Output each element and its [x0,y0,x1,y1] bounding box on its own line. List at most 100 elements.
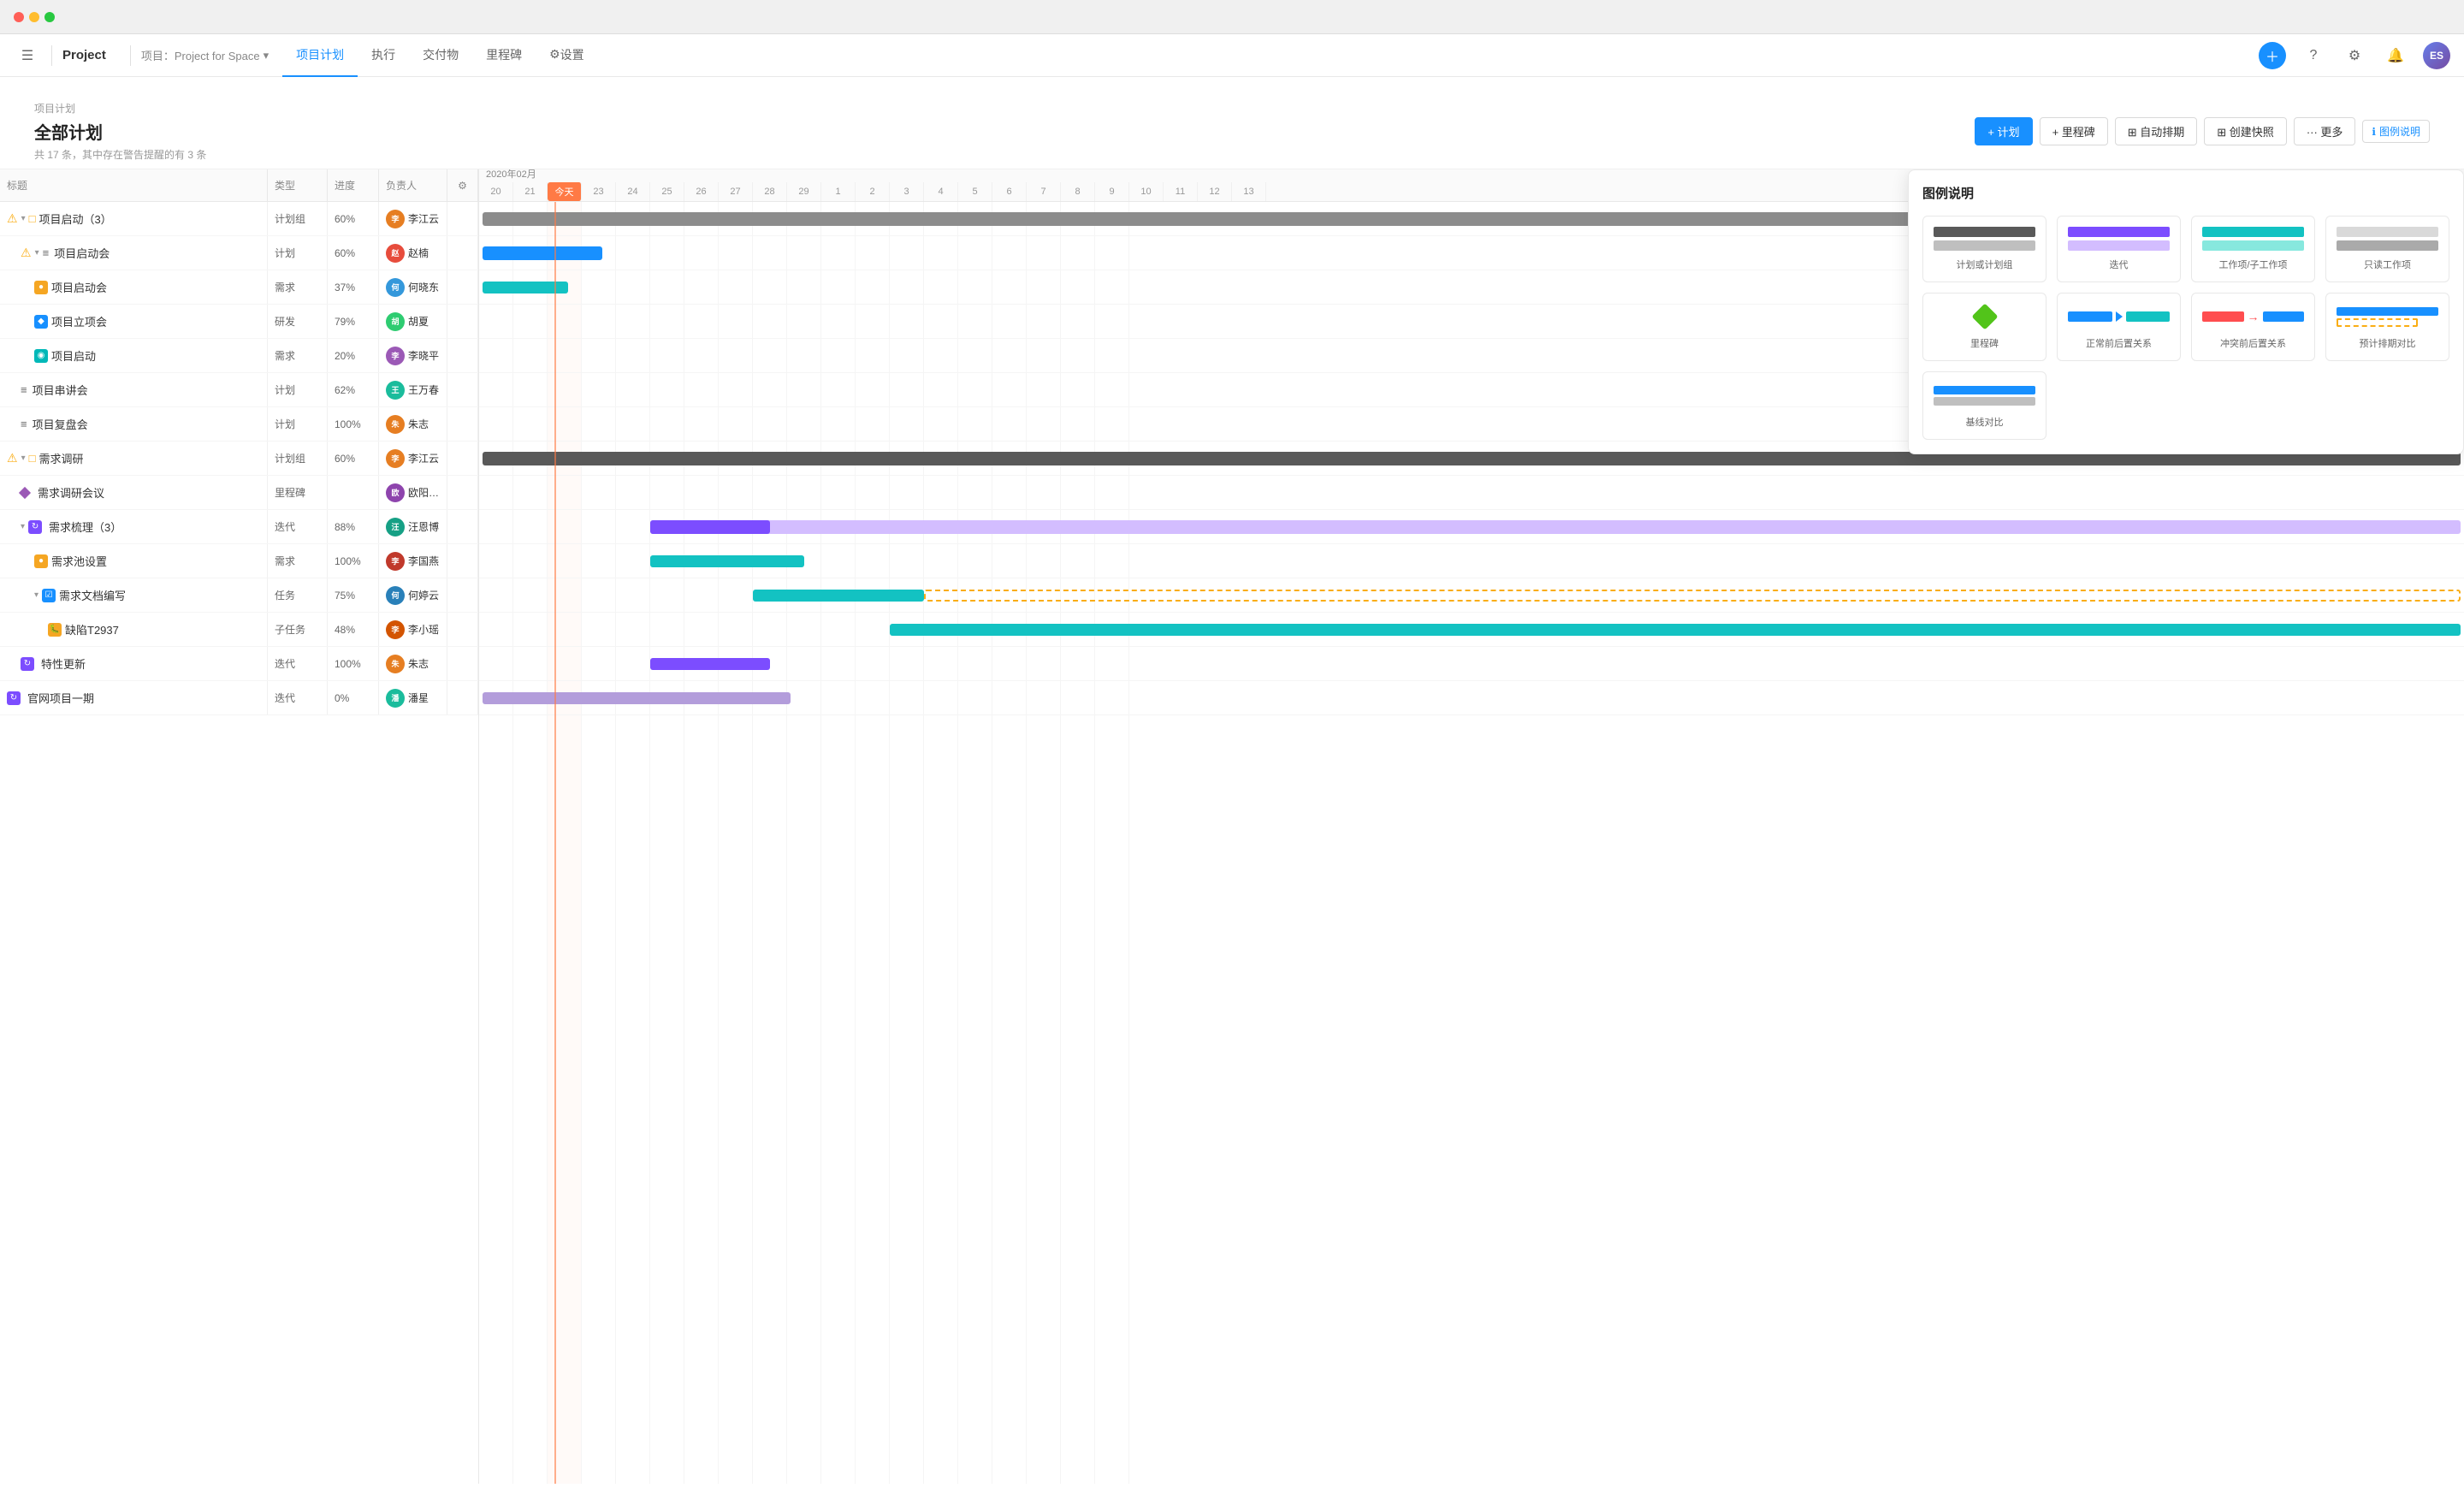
maximize-button[interactable] [44,12,55,22]
settings-button[interactable]: ⚙ [2341,42,2368,69]
table-row[interactable]: ▾ ↻ 需求梳理（3） 迭代 88% 汪 汪恩博 [0,510,478,544]
breadcrumb-nav[interactable]: 项目：Project for Space ▾ [141,47,269,63]
baseline-bar2 [1934,397,2035,406]
avatar: 王 [386,381,405,400]
tab-deliverable[interactable]: 交付物 [409,34,472,77]
legend-item-label: 只读工作项 [2364,258,2411,271]
table-row[interactable]: 🐛 缺陷T2937 子任务 48% 李 李小瑶 [0,613,478,647]
avatar: 何 [386,586,405,605]
gantt-date-28: 28 [753,182,787,201]
row-progress: 60% [328,236,379,270]
help-button[interactable]: ? [2300,42,2327,69]
table-row[interactable]: ↻ 特性更新 迭代 100% 朱 朱志 [0,647,478,681]
table-row[interactable]: ● 需求池设置 需求 100% 李 李国燕 [0,544,478,578]
legend-item-readonly: 只读工作项 [2325,216,2449,282]
auto-schedule-button[interactable]: ⊞ 自动排期 [2115,117,2198,145]
row-settings [447,476,478,509]
legend-item-plan: 计划或计划组 [1922,216,2046,282]
table-row[interactable]: ● 项目启动会 需求 37% 何 何晓东 [0,270,478,305]
gantt-date-6: 6 [992,182,1027,201]
row-title-cell: ⚠ ▾ ≡ 项目启动会 [0,236,268,270]
row-progress: 79% [328,305,379,338]
legend-overlay: 图例说明 计划或计划组 [1908,169,2464,454]
row-owner: 汪 汪恩博 [379,510,447,543]
row-settings [447,544,478,578]
legend-item-forecast: 预计排期对比 [2325,293,2449,361]
conf-bar2 [2263,311,2305,322]
tab-execute[interactable]: 执行 [358,34,409,77]
gantt-date-3: 3 [890,182,924,201]
row-title-cell: ● 需求池设置 [0,544,268,578]
expand-icon[interactable]: ▾ [21,214,26,223]
close-button[interactable] [14,12,24,22]
user-avatar[interactable]: ES [2423,42,2450,69]
table-row[interactable]: ⚠ ▾ □ 项目启动（3） 计划组 60% 李 李江云 [0,202,478,236]
table-row[interactable]: ◆ 项目立项会 研发 79% 胡 胡夏 [0,305,478,339]
expand-icon[interactable]: ▾ [21,454,26,463]
add-plan-button[interactable]: + 计划 [1975,117,2032,145]
notification-button[interactable]: 🔔 [2382,42,2409,69]
row-owner: 王 王万春 [379,373,447,406]
avatar: 欧 [386,483,405,502]
row-settings [447,578,478,612]
legend-item-milestone: 里程碑 [1922,293,2046,361]
minimize-button[interactable] [29,12,39,22]
legend-bar-teal [2202,227,2304,237]
owner-name: 王万春 [408,382,439,397]
row-progress: 60% [328,202,379,235]
table-row[interactable]: ≡ 项目串讲会 计划 62% 王 王万春 [0,373,478,407]
row-title-cell: ▾ ↻ 需求梳理（3） [0,510,268,543]
legend-bar-light [1934,240,2035,251]
row-type: 计划 [268,373,328,406]
gantt-date-23: 23 [582,182,616,201]
col-settings-header[interactable]: ⚙ [447,169,478,201]
row-settings [447,305,478,338]
row-title: 需求调研会议 [38,484,104,501]
iteration-icon: ↻ [21,657,34,671]
table-row[interactable]: ⚠ ▾ □ 需求调研 计划组 60% 李 李江云 [0,442,478,476]
tab-milestone[interactable]: 里程碑 [472,34,536,77]
tab-project-plan[interactable]: 项目计划 [282,34,358,77]
row-title-cell: ◉ 项目启动 [0,339,268,372]
legend-item-label: 工作项/子工作项 [2218,258,2287,271]
row-owner: 欧 欧阳莎莎... [379,476,447,509]
row-title: 需求文档编写 [59,587,126,603]
table-row[interactable]: ⚠ ▾ ≡ 项目启动会 计划 60% 赵 赵楠 [0,236,478,270]
row-settings [447,681,478,714]
add-milestone-button[interactable]: + 里程碑 [2040,117,2108,145]
task-icon: ● [34,281,48,294]
table-row[interactable]: ↻ 官网项目一期 迭代 0% 潘 潘星 [0,681,478,715]
row-settings [447,407,478,441]
gantt-bar-purple2 [650,658,770,670]
add-button[interactable]: ＋ [2259,42,2286,69]
legend-item-iteration: 迭代 [2057,216,2181,282]
navigation-tabs: 项目计划 执行 交付物 里程碑 ⚙ 设置 [282,34,598,77]
more-button[interactable]: ··· 更多 [2294,117,2356,145]
legend-bars [2337,227,2438,251]
create-snapshot-button[interactable]: ⊞ 创建快照 [2204,117,2287,145]
table-row[interactable]: ≡ 项目复盘会 计划 100% 朱 朱志 [0,407,478,442]
legend-bars [1934,227,2035,251]
gantt-row-15 [479,681,2464,715]
expand-icon[interactable]: ▾ [34,590,38,600]
expand-icon[interactable]: ▾ [35,248,39,258]
main-content: 项目计划 全部计划 共 17 条，其中存在警告提醒的有 3 条 + 计划 + 里… [0,77,2464,1494]
top-navigation: ☰ Project 项目：Project for Space ▾ 项目计划 执行… [0,34,2464,77]
menu-icon[interactable]: ☰ [14,42,41,69]
avatar: 李 [386,552,405,571]
header-top: 项目计划 全部计划 共 17 条，其中存在警告提醒的有 3 条 + 计划 + 里… [17,91,2447,162]
legend-item-workitem: 工作项/子工作项 [2191,216,2315,282]
row-type: 任务 [268,578,328,612]
legend-button[interactable]: ℹ 图例说明 [2362,120,2430,143]
baseline-bar1 [1934,386,2035,394]
milestone-visual [1975,304,1994,329]
tab-settings[interactable]: ⚙ 设置 [536,34,598,77]
row-owner: 潘 潘星 [379,681,447,714]
table-row[interactable]: ▾ ☑ 需求文档编写 任务 75% 何 何婷云 [0,578,478,613]
table-row[interactable]: ◉ 项目启动 需求 20% 李 李晓平 [0,339,478,373]
expand-icon[interactable]: ▾ [21,522,25,531]
row-owner: 李 李江云 [379,442,447,475]
table-row[interactable]: 需求调研会议 里程碑 欧 欧阳莎莎... [0,476,478,510]
row-title-cell: ↻ 特性更新 [0,647,268,680]
row-title: 项目复盘会 [33,416,88,432]
